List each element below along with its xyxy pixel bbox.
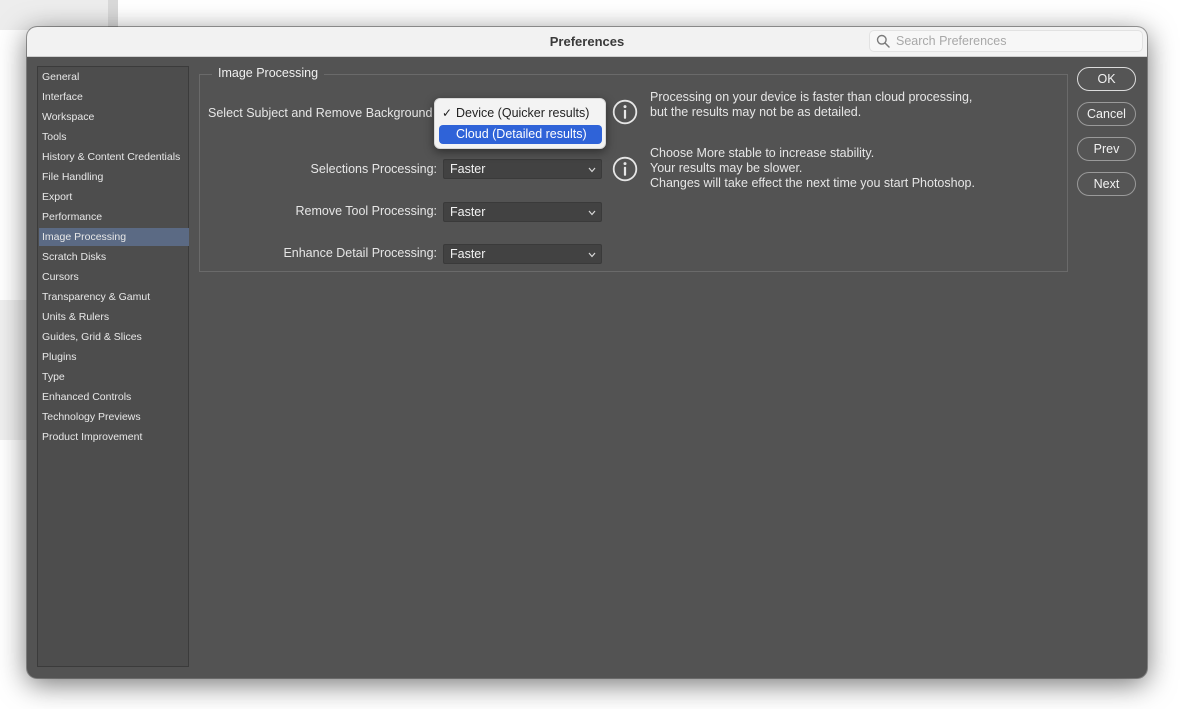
- ok-button[interactable]: OK: [1077, 67, 1136, 91]
- menu-option-device[interactable]: ✓ Device (Quicker results): [439, 104, 602, 123]
- sidebar-item-performance[interactable]: Performance: [39, 208, 189, 226]
- sidebar-item-history[interactable]: History & Content Credentials: [39, 148, 189, 166]
- sidebar-item-tools[interactable]: Tools: [39, 128, 189, 146]
- sidebar-item-enhanced-controls[interactable]: Enhanced Controls: [39, 388, 189, 406]
- info-icon: [612, 156, 638, 182]
- search-input[interactable]: [896, 33, 1136, 49]
- background-window-strip-lower: [0, 300, 28, 440]
- search-icon: [876, 34, 890, 48]
- enhance-detail-processing-label: Enhance Detail Processing:: [283, 246, 437, 260]
- sidebar-item-export[interactable]: Export: [39, 188, 189, 206]
- sidebar-item-file-handling[interactable]: File Handling: [39, 168, 189, 186]
- sidebar-item-scratch-disks[interactable]: Scratch Disks: [39, 248, 189, 266]
- background-window-edge: [108, 0, 118, 30]
- enhance-detail-processing-value: Faster: [450, 247, 486, 261]
- chevron-down-icon: [588, 167, 596, 173]
- selections-processing-value: Faster: [450, 162, 486, 176]
- next-button[interactable]: Next: [1077, 172, 1136, 196]
- menu-option-cloud-label: Cloud (Detailed results): [456, 127, 587, 141]
- stability-info-line-2: Your results may be slower.: [650, 161, 803, 175]
- stability-info-line-3: Changes will take effect the next time y…: [650, 176, 975, 190]
- chevron-down-icon: [588, 252, 596, 258]
- menu-option-device-label: Device (Quicker results): [456, 106, 590, 120]
- search-box[interactable]: [869, 30, 1143, 52]
- select-subject-label: Select Subject and Remove Background: [208, 106, 433, 120]
- remove-tool-processing-select[interactable]: Faster: [443, 202, 602, 222]
- prev-button[interactable]: Prev: [1077, 137, 1136, 161]
- sidebar-item-product-improvement[interactable]: Product Improvement: [39, 428, 189, 446]
- sidebar-item-general[interactable]: General: [39, 68, 189, 86]
- selections-processing-label: Selections Processing:: [310, 162, 437, 176]
- remove-tool-processing-label: Remove Tool Processing:: [295, 204, 437, 218]
- stability-info-line-1: Choose More stable to increase stability…: [650, 146, 875, 160]
- checkmark-icon: ✓: [442, 106, 453, 120]
- preferences-dialog: Preferences General Interface Workspace …: [27, 27, 1147, 678]
- device-info-line-2: but the results may not be as detailed.: [650, 105, 862, 119]
- sidebar-item-technology-previews[interactable]: Technology Previews: [39, 408, 189, 426]
- info-icon: [612, 99, 638, 125]
- device-info-line-1: Processing on your device is faster than…: [650, 90, 973, 104]
- sidebar-item-workspace[interactable]: Workspace: [39, 108, 189, 126]
- cancel-button[interactable]: Cancel: [1077, 102, 1136, 126]
- menu-option-cloud[interactable]: Cloud (Detailed results): [439, 125, 602, 144]
- sidebar-item-guides[interactable]: Guides, Grid & Slices: [39, 328, 189, 346]
- background-window-strip: [0, 0, 118, 30]
- sidebar-item-plugins[interactable]: Plugins: [39, 348, 189, 366]
- sidebar-item-cursors[interactable]: Cursors: [39, 268, 189, 286]
- enhance-detail-processing-select[interactable]: Faster: [443, 244, 602, 264]
- group-title: Image Processing: [212, 66, 325, 80]
- sidebar-item-interface[interactable]: Interface: [39, 88, 189, 106]
- selections-processing-select[interactable]: Faster: [443, 159, 602, 179]
- select-subject-popup-menu: ✓ Device (Quicker results) Cloud (Detail…: [434, 98, 606, 149]
- sidebar-item-type[interactable]: Type: [39, 368, 189, 386]
- remove-tool-processing-value: Faster: [450, 205, 486, 219]
- title-bar: Preferences: [27, 27, 1147, 57]
- sidebar-item-units-rulers[interactable]: Units & Rulers: [39, 308, 189, 326]
- preferences-sidebar: General Interface Workspace Tools Histor…: [37, 66, 189, 667]
- sidebar-item-image-processing[interactable]: Image Processing: [39, 228, 189, 246]
- sidebar-item-transparency[interactable]: Transparency & Gamut: [39, 288, 189, 306]
- chevron-down-icon: [588, 210, 596, 216]
